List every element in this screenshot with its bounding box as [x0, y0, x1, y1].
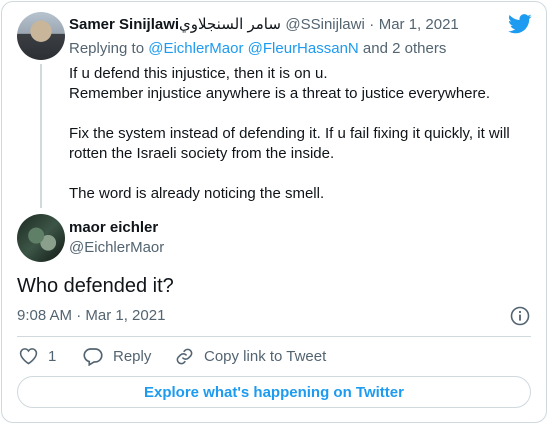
- author-name-arabic[interactable]: سامر السنجلاوي: [179, 16, 281, 33]
- main-tweet-text: Who defended it?: [17, 275, 174, 297]
- copy-link-label: Copy link to Tweet: [204, 348, 327, 365]
- author-handle[interactable]: @EichlerMaor: [69, 239, 164, 256]
- link-icon: [176, 348, 193, 365]
- separator: ·: [369, 16, 375, 33]
- replying-prefix: Replying to: [69, 40, 145, 57]
- author-name[interactable]: maor eichler: [69, 219, 158, 236]
- avatar[interactable]: [17, 214, 65, 262]
- like-count: 1: [48, 347, 57, 365]
- like-button[interactable]: 1: [19, 347, 56, 365]
- parent-tweet-text: If u defend this injustice, then it is o…: [69, 65, 510, 202]
- explore-button-label: Explore what's happening on Twitter: [144, 383, 404, 401]
- author-name[interactable]: Samer Sinijlawi: [69, 16, 179, 33]
- divider: [17, 336, 531, 337]
- avatar[interactable]: [17, 12, 65, 60]
- tweet-date[interactable]: Mar 1, 2021: [379, 16, 459, 33]
- copy-link-button[interactable]: Copy link to Tweet: [175, 347, 326, 366]
- author-handle[interactable]: @SSinijlawi: [285, 16, 364, 33]
- explore-twitter-button[interactable]: Explore what's happening on Twitter: [17, 376, 531, 408]
- info-icon[interactable]: [510, 306, 530, 326]
- mention-link[interactable]: @FleurHassanN: [248, 40, 359, 57]
- reply-button[interactable]: Reply: [83, 347, 151, 366]
- replying-suffix[interactable]: and 2 others: [363, 40, 446, 57]
- twitter-bird-icon[interactable]: [508, 14, 532, 34]
- thread-connector-line: [40, 64, 42, 208]
- heart-icon: [19, 348, 38, 365]
- tweet-timestamp[interactable]: 9:08 AM · Mar 1, 2021: [17, 307, 165, 324]
- parent-author-row: Samer Sinijlawiسامر السنجلاوي @SSinijlaw…: [69, 15, 459, 34]
- mention-link[interactable]: @EichlerMaor: [148, 40, 243, 57]
- reply-icon: [83, 348, 103, 366]
- reply-label: Reply: [113, 348, 152, 365]
- replying-to-line: Replying to @EichlerMaor @FleurHassanN a…: [69, 40, 446, 57]
